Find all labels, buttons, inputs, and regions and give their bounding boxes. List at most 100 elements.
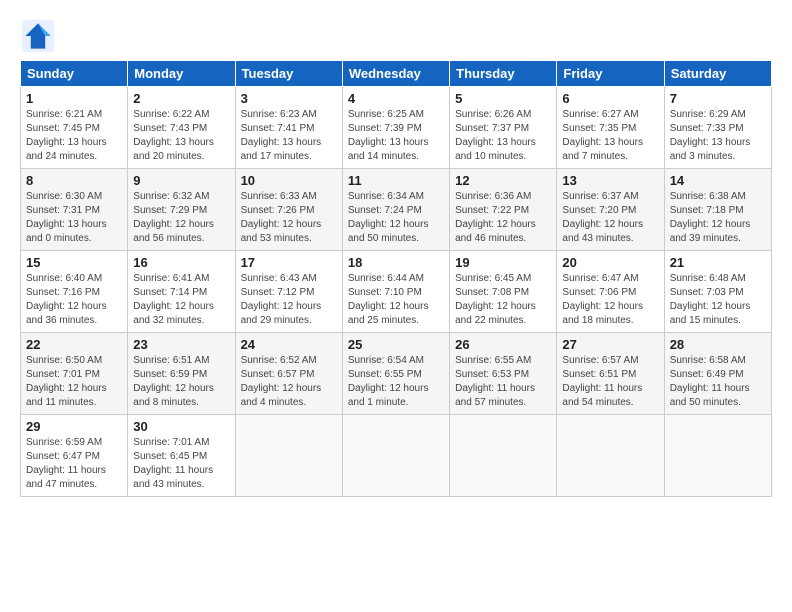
calendar-cell [235, 415, 342, 497]
calendar-cell: 18 Sunrise: 6:44 AMSunset: 7:10 PMDayligh… [342, 251, 449, 333]
day-number: 6 [562, 91, 658, 106]
calendar-cell: 3Sunrise: 6:23 AMSunset: 7:41 PMDaylight… [235, 87, 342, 169]
calendar-cell: 30Sunrise: 7:01 AMSunset: 6:45 PMDayligh… [128, 415, 235, 497]
header [20, 18, 772, 54]
day-number: 1 [26, 91, 122, 106]
logo [20, 18, 62, 54]
calendar-week-5: 29 Sunrise: 6:59 AMSunset: 6:47 PMDayligh… [21, 415, 772, 497]
calendar-cell [450, 415, 557, 497]
weekday-tuesday: Tuesday [235, 61, 342, 87]
calendar-cell [557, 415, 664, 497]
day-number: 26 [455, 337, 551, 352]
logo-icon [20, 18, 56, 54]
day-number: 29 [26, 419, 122, 434]
calendar-cell: 10Sunrise: 6:33 AMSunset: 7:26 PMDayligh… [235, 169, 342, 251]
calendar-cell: 16Sunrise: 6:41 AMSunset: 7:14 PMDayligh… [128, 251, 235, 333]
cell-info: Sunrise: 6:45 AMSunset: 7:08 PMDaylight:… [455, 272, 551, 328]
weekday-saturday: Saturday [664, 61, 771, 87]
day-number: 4 [348, 91, 444, 106]
cell-info: Sunrise: 6:51 AMSunset: 6:59 PMDaylight:… [133, 354, 229, 410]
calendar-cell: 4Sunrise: 6:25 AMSunset: 7:39 PMDaylight… [342, 87, 449, 169]
calendar-body: 1 Sunrise: 6:21 AMSunset: 7:45 PMDaylight… [21, 87, 772, 497]
cell-info: Sunrise: 6:22 AMSunset: 7:43 PMDaylight:… [133, 108, 229, 164]
cell-info: Sunrise: 6:26 AMSunset: 7:37 PMDaylight:… [455, 108, 551, 164]
calendar-cell: 14Sunrise: 6:38 AMSunset: 7:18 PMDayligh… [664, 169, 771, 251]
cell-info: Sunrise: 6:41 AMSunset: 7:14 PMDaylight:… [133, 272, 229, 328]
weekday-friday: Friday [557, 61, 664, 87]
cell-info: Sunrise: 6:27 AMSunset: 7:35 PMDaylight:… [562, 108, 658, 164]
cell-info: Sunrise: 6:30 AMSunset: 7:31 PMDaylight:… [26, 190, 122, 246]
calendar-cell: 7 Sunrise: 6:29 AMSunset: 7:33 PMDaylight… [664, 87, 771, 169]
calendar-cell: 11Sunrise: 6:34 AMSunset: 7:24 PMDayligh… [342, 169, 449, 251]
weekday-sunday: Sunday [21, 61, 128, 87]
cell-info: Sunrise: 7:01 AMSunset: 6:45 PMDaylight:… [133, 436, 229, 492]
calendar-cell: 6 Sunrise: 6:27 AMSunset: 7:35 PMDaylight… [557, 87, 664, 169]
day-number: 24 [241, 337, 337, 352]
cell-info: Sunrise: 6:44 AMSunset: 7:10 PMDaylight:… [348, 272, 444, 328]
day-number: 28 [670, 337, 766, 352]
day-number: 27 [562, 337, 658, 352]
cell-info: Sunrise: 6:40 AMSunset: 7:16 PMDaylight:… [26, 272, 122, 328]
day-number: 22 [26, 337, 122, 352]
cell-info: Sunrise: 6:50 AMSunset: 7:01 PMDaylight:… [26, 354, 122, 410]
weekday-thursday: Thursday [450, 61, 557, 87]
calendar-week-2: 8 Sunrise: 6:30 AMSunset: 7:31 PMDaylight… [21, 169, 772, 251]
cell-info: Sunrise: 6:58 AMSunset: 6:49 PMDaylight:… [670, 354, 766, 410]
calendar-cell: 24 Sunrise: 6:52 AMSunset: 6:57 PMDayligh… [235, 333, 342, 415]
cell-info: Sunrise: 6:23 AMSunset: 7:41 PMDaylight:… [241, 108, 337, 164]
calendar-cell: 21 Sunrise: 6:48 AMSunset: 7:03 PMDayligh… [664, 251, 771, 333]
calendar-cell: 19 Sunrise: 6:45 AMSunset: 7:08 PMDayligh… [450, 251, 557, 333]
weekday-header: SundayMondayTuesdayWednesdayThursdayFrid… [21, 61, 772, 87]
cell-info: Sunrise: 6:29 AMSunset: 7:33 PMDaylight:… [670, 108, 766, 164]
day-number: 8 [26, 173, 122, 188]
calendar-cell: 12 Sunrise: 6:36 AMSunset: 7:22 PMDayligh… [450, 169, 557, 251]
calendar-cell: 15 Sunrise: 6:40 AMSunset: 7:16 PMDayligh… [21, 251, 128, 333]
cell-info: Sunrise: 6:54 AMSunset: 6:55 PMDaylight:… [348, 354, 444, 410]
cell-info: Sunrise: 6:55 AMSunset: 6:53 PMDaylight:… [455, 354, 551, 410]
calendar-cell: 22 Sunrise: 6:50 AMSunset: 7:01 PMDayligh… [21, 333, 128, 415]
cell-info: Sunrise: 6:38 AMSunset: 7:18 PMDaylight:… [670, 190, 766, 246]
day-number: 9 [133, 173, 229, 188]
calendar-cell [342, 415, 449, 497]
calendar-cell: 2 Sunrise: 6:22 AMSunset: 7:43 PMDaylight… [128, 87, 235, 169]
calendar-cell: 8 Sunrise: 6:30 AMSunset: 7:31 PMDaylight… [21, 169, 128, 251]
page: SundayMondayTuesdayWednesdayThursdayFrid… [0, 0, 792, 612]
cell-info: Sunrise: 6:59 AMSunset: 6:47 PMDaylight:… [26, 436, 122, 492]
cell-info: Sunrise: 6:52 AMSunset: 6:57 PMDaylight:… [241, 354, 337, 410]
calendar-cell: 5Sunrise: 6:26 AMSunset: 7:37 PMDaylight… [450, 87, 557, 169]
calendar-week-1: 1 Sunrise: 6:21 AMSunset: 7:45 PMDaylight… [21, 87, 772, 169]
cell-info: Sunrise: 6:47 AMSunset: 7:06 PMDaylight:… [562, 272, 658, 328]
calendar-cell: 23Sunrise: 6:51 AMSunset: 6:59 PMDayligh… [128, 333, 235, 415]
cell-info: Sunrise: 6:21 AMSunset: 7:45 PMDaylight:… [26, 108, 122, 164]
calendar-cell: 28 Sunrise: 6:58 AMSunset: 6:49 PMDayligh… [664, 333, 771, 415]
weekday-monday: Monday [128, 61, 235, 87]
day-number: 21 [670, 255, 766, 270]
cell-info: Sunrise: 6:43 AMSunset: 7:12 PMDaylight:… [241, 272, 337, 328]
calendar-cell: 27 Sunrise: 6:57 AMSunset: 6:51 PMDayligh… [557, 333, 664, 415]
calendar-cell: 25Sunrise: 6:54 AMSunset: 6:55 PMDayligh… [342, 333, 449, 415]
calendar-week-4: 22 Sunrise: 6:50 AMSunset: 7:01 PMDayligh… [21, 333, 772, 415]
day-number: 15 [26, 255, 122, 270]
calendar-cell: 13 Sunrise: 6:37 AMSunset: 7:20 PMDayligh… [557, 169, 664, 251]
calendar-cell: 26 Sunrise: 6:55 AMSunset: 6:53 PMDayligh… [450, 333, 557, 415]
cell-info: Sunrise: 6:37 AMSunset: 7:20 PMDaylight:… [562, 190, 658, 246]
calendar-cell: 20Sunrise: 6:47 AMSunset: 7:06 PMDayligh… [557, 251, 664, 333]
day-number: 19 [455, 255, 551, 270]
calendar-week-3: 15 Sunrise: 6:40 AMSunset: 7:16 PMDayligh… [21, 251, 772, 333]
cell-info: Sunrise: 6:48 AMSunset: 7:03 PMDaylight:… [670, 272, 766, 328]
calendar-cell: 1 Sunrise: 6:21 AMSunset: 7:45 PMDaylight… [21, 87, 128, 169]
day-number: 11 [348, 173, 444, 188]
calendar-cell: 17 Sunrise: 6:43 AMSunset: 7:12 PMDayligh… [235, 251, 342, 333]
day-number: 18 [348, 255, 444, 270]
cell-info: Sunrise: 6:33 AMSunset: 7:26 PMDaylight:… [241, 190, 337, 246]
day-number: 7 [670, 91, 766, 106]
weekday-wednesday: Wednesday [342, 61, 449, 87]
cell-info: Sunrise: 6:32 AMSunset: 7:29 PMDaylight:… [133, 190, 229, 246]
day-number: 2 [133, 91, 229, 106]
day-number: 12 [455, 173, 551, 188]
calendar-cell [664, 415, 771, 497]
cell-info: Sunrise: 6:36 AMSunset: 7:22 PMDaylight:… [455, 190, 551, 246]
cell-info: Sunrise: 6:57 AMSunset: 6:51 PMDaylight:… [562, 354, 658, 410]
day-number: 13 [562, 173, 658, 188]
day-number: 17 [241, 255, 337, 270]
